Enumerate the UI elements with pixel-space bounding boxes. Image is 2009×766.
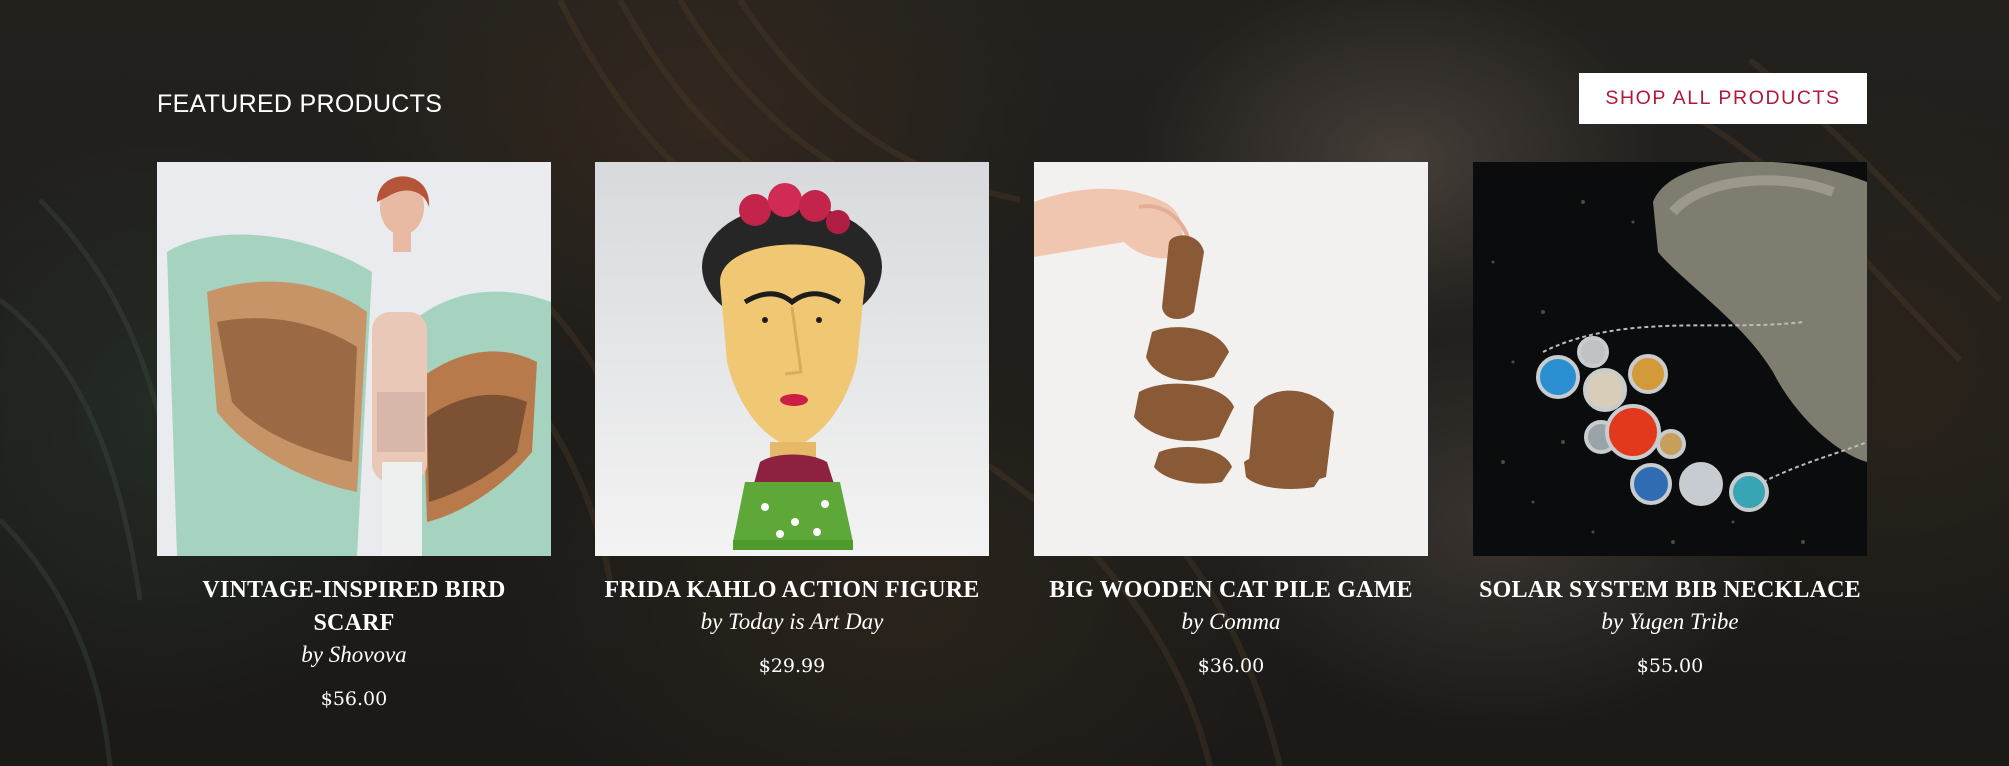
product-price: $56.00 — [320, 688, 388, 710]
product-image-solar-necklace[interactable] — [1473, 162, 1867, 556]
product-card: FRIDA KAHLO ACTION FIGURE by Today is Ar… — [595, 162, 989, 677]
product-image-frida-figure[interactable] — [595, 162, 989, 556]
product-price: $29.99 — [758, 655, 826, 677]
product-title[interactable]: BIG WOODEN CAT PILE GAME — [1034, 574, 1428, 607]
shop-all-products-button[interactable]: SHOP ALL PRODUCTS — [1579, 73, 1867, 124]
product-vendor: by Today is Art Day — [700, 609, 884, 634]
section-heading: FEATURED PRODUCTS — [157, 90, 443, 118]
product-grid: VINTAGE-INSPIRED BIRD SCARF by Shovova $… — [157, 162, 1867, 742]
product-vendor: by Comma — [1181, 609, 1281, 634]
product-title[interactable]: FRIDA KAHLO ACTION FIGURE — [595, 574, 989, 607]
product-image-bird-scarf[interactable] — [157, 162, 551, 556]
product-title[interactable]: SOLAR SYSTEM BIB NECKLACE — [1473, 574, 1867, 607]
product-card: VINTAGE-INSPIRED BIRD SCARF by Shovova $… — [157, 162, 551, 710]
product-card: BIG WOODEN CAT PILE GAME by Comma $36.00 — [1034, 162, 1428, 677]
product-price: $55.00 — [1636, 655, 1704, 677]
product-image-wooden-cats[interactable] — [1034, 162, 1428, 556]
product-vendor: by Shovova — [301, 642, 407, 667]
product-price: $36.00 — [1197, 655, 1265, 677]
product-card: SOLAR SYSTEM BIB NECKLACE by Yugen Tribe… — [1473, 162, 1867, 677]
product-title[interactable]: VINTAGE-INSPIRED BIRD SCARF — [157, 574, 551, 640]
product-vendor: by Yugen Tribe — [1601, 609, 1739, 634]
